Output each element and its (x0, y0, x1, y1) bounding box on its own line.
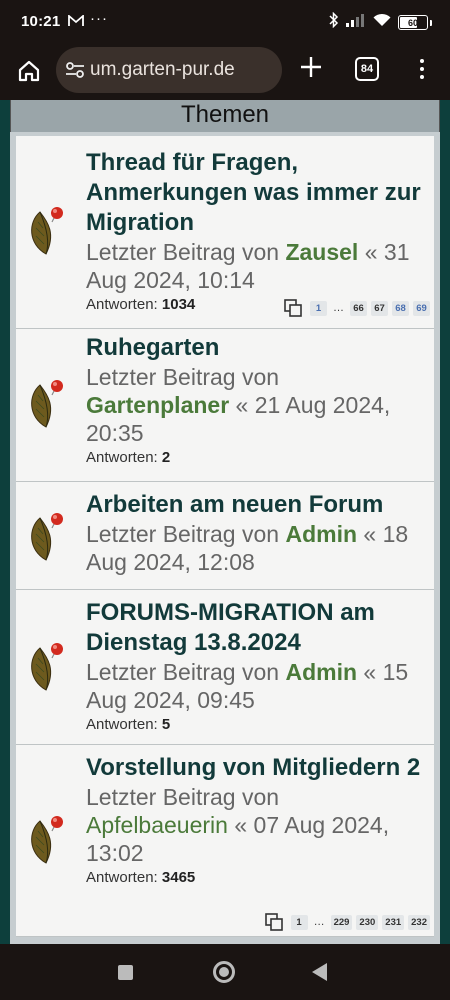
topic-row: FORUMS-MIGRATION am Dienstag 13.8.2024 L… (16, 590, 434, 745)
menu-icon[interactable] (412, 54, 432, 84)
author-link[interactable]: Gartenplaner (86, 392, 229, 418)
home-button[interactable] (213, 961, 235, 983)
topic-last-post: Letzter Beitrag von Apfelbaeuerin « 07 A… (86, 783, 426, 867)
topic-title[interactable]: Thread für Fragen, Anmerkungen was immer… (86, 148, 426, 238)
topic-row: Ruhegarten Letzter Beitrag von Gartenpla… (16, 329, 434, 482)
topic-title[interactable]: Ruhegarten (86, 333, 426, 363)
reply-count: Antworten: 2 (86, 449, 426, 467)
page-link[interactable]: 232 (408, 914, 430, 930)
home-icon[interactable] (14, 56, 44, 86)
topic-last-post: Letzter Beitrag von Admin « 18 Aug 2024,… (86, 520, 426, 576)
pages-icon (284, 299, 302, 317)
last-post-label: Letzter Beitrag von (86, 239, 280, 265)
address-bar[interactable]: um.garten-pur.de (56, 47, 282, 93)
replies-label: Antworten: (86, 869, 158, 886)
replies-value: 5 (161, 716, 171, 733)
status-bar: 10:21 ··· 60 (0, 0, 450, 44)
topic-last-post: Letzter Beitrag von Admin « 15 Aug 2024,… (86, 658, 426, 714)
pagination: 1 … 66 67 68 69 (284, 299, 430, 317)
topic-last-post: Letzter Beitrag von Zausel « 31 Aug 2024… (86, 238, 426, 294)
reply-count: Antworten: 5 (86, 716, 426, 734)
page-link[interactable]: 1 (310, 300, 327, 316)
browser-toolbar: um.garten-pur.de 84 (0, 44, 450, 100)
last-post-label: Letzter Beitrag von (86, 784, 280, 810)
replies-label: Antworten: (86, 296, 158, 313)
page-link[interactable]: 229 (330, 914, 353, 930)
replies-value: 1034 (161, 296, 196, 313)
page-ellipsis: … (313, 916, 325, 928)
pinned-leaf-icon (31, 816, 63, 864)
gmail-icon (68, 14, 84, 32)
page-link[interactable]: 68 (392, 300, 409, 316)
pagination: 1 … 229 230 231 232 (264, 913, 430, 931)
replies-value: 2 (161, 449, 171, 466)
page-ellipsis: … (333, 302, 344, 314)
pinned-leaf-icon (31, 380, 63, 428)
section-title: Themen (10, 100, 440, 132)
page-link[interactable]: 231 (382, 914, 405, 930)
page-link[interactable]: 69 (413, 300, 430, 316)
signal-icon (346, 13, 366, 32)
topic-title[interactable]: Arbeiten am neuen Forum (86, 490, 426, 520)
author-link[interactable]: Admin (285, 521, 357, 547)
topic-list: Thread für Fragen, Anmerkungen was immer… (16, 136, 434, 937)
recents-button[interactable] (118, 965, 133, 980)
page-content: Themen Thread für Fragen, Anmerkungen wa… (0, 100, 450, 944)
battery-icon: 60 (398, 15, 428, 30)
pinned-leaf-icon (31, 643, 63, 691)
author-link[interactable]: Apfelbaeuerin (86, 812, 228, 838)
bluetooth-icon (329, 11, 339, 33)
page-link[interactable]: 66 (350, 300, 367, 316)
battery-level: 60 (407, 17, 418, 28)
pages-icon (264, 913, 283, 931)
status-time: 10:21 (21, 13, 61, 30)
replies-label: Antworten: (86, 716, 158, 733)
pinned-leaf-icon (31, 207, 63, 255)
replies-value: 3465 (161, 869, 196, 886)
notification-dots: ··· (90, 10, 108, 27)
topic-row: Vorstellung von Mitgliedern 2 Letzter Be… (16, 745, 434, 937)
last-post-label: Letzter Beitrag von (86, 521, 280, 547)
site-settings-icon[interactable] (64, 61, 86, 79)
tab-count: 84 (360, 63, 374, 75)
topic-row: Thread für Fragen, Anmerkungen was immer… (16, 136, 434, 329)
tabs-icon[interactable]: 84 (355, 57, 379, 81)
topic-row: Arbeiten am neuen Forum Letzter Beitrag … (16, 482, 434, 590)
page-link[interactable]: 67 (371, 300, 388, 316)
wifi-icon (373, 13, 391, 32)
last-post-label: Letzter Beitrag von (86, 659, 280, 685)
new-tab-icon[interactable] (296, 54, 326, 84)
author-link[interactable]: Admin (285, 659, 357, 685)
url-text: um.garten-pur.de (90, 59, 235, 80)
pinned-leaf-icon (31, 513, 63, 561)
replies-label: Antworten: (86, 449, 158, 466)
system-nav-bar (0, 944, 450, 1000)
page-link[interactable]: 1 (290, 914, 308, 930)
last-post-label: Letzter Beitrag von (86, 364, 280, 390)
topic-title[interactable]: Vorstellung von Mitgliedern 2 (86, 753, 426, 783)
author-link[interactable]: Zausel (285, 239, 358, 265)
reply-count: Antworten: 3465 (86, 869, 426, 887)
topic-title[interactable]: FORUMS-MIGRATION am Dienstag 13.8.2024 (86, 598, 426, 658)
page-link[interactable]: 230 (356, 914, 379, 930)
back-button[interactable] (312, 963, 327, 981)
topic-last-post: Letzter Beitrag von Gartenplaner « 21 Au… (86, 363, 426, 447)
